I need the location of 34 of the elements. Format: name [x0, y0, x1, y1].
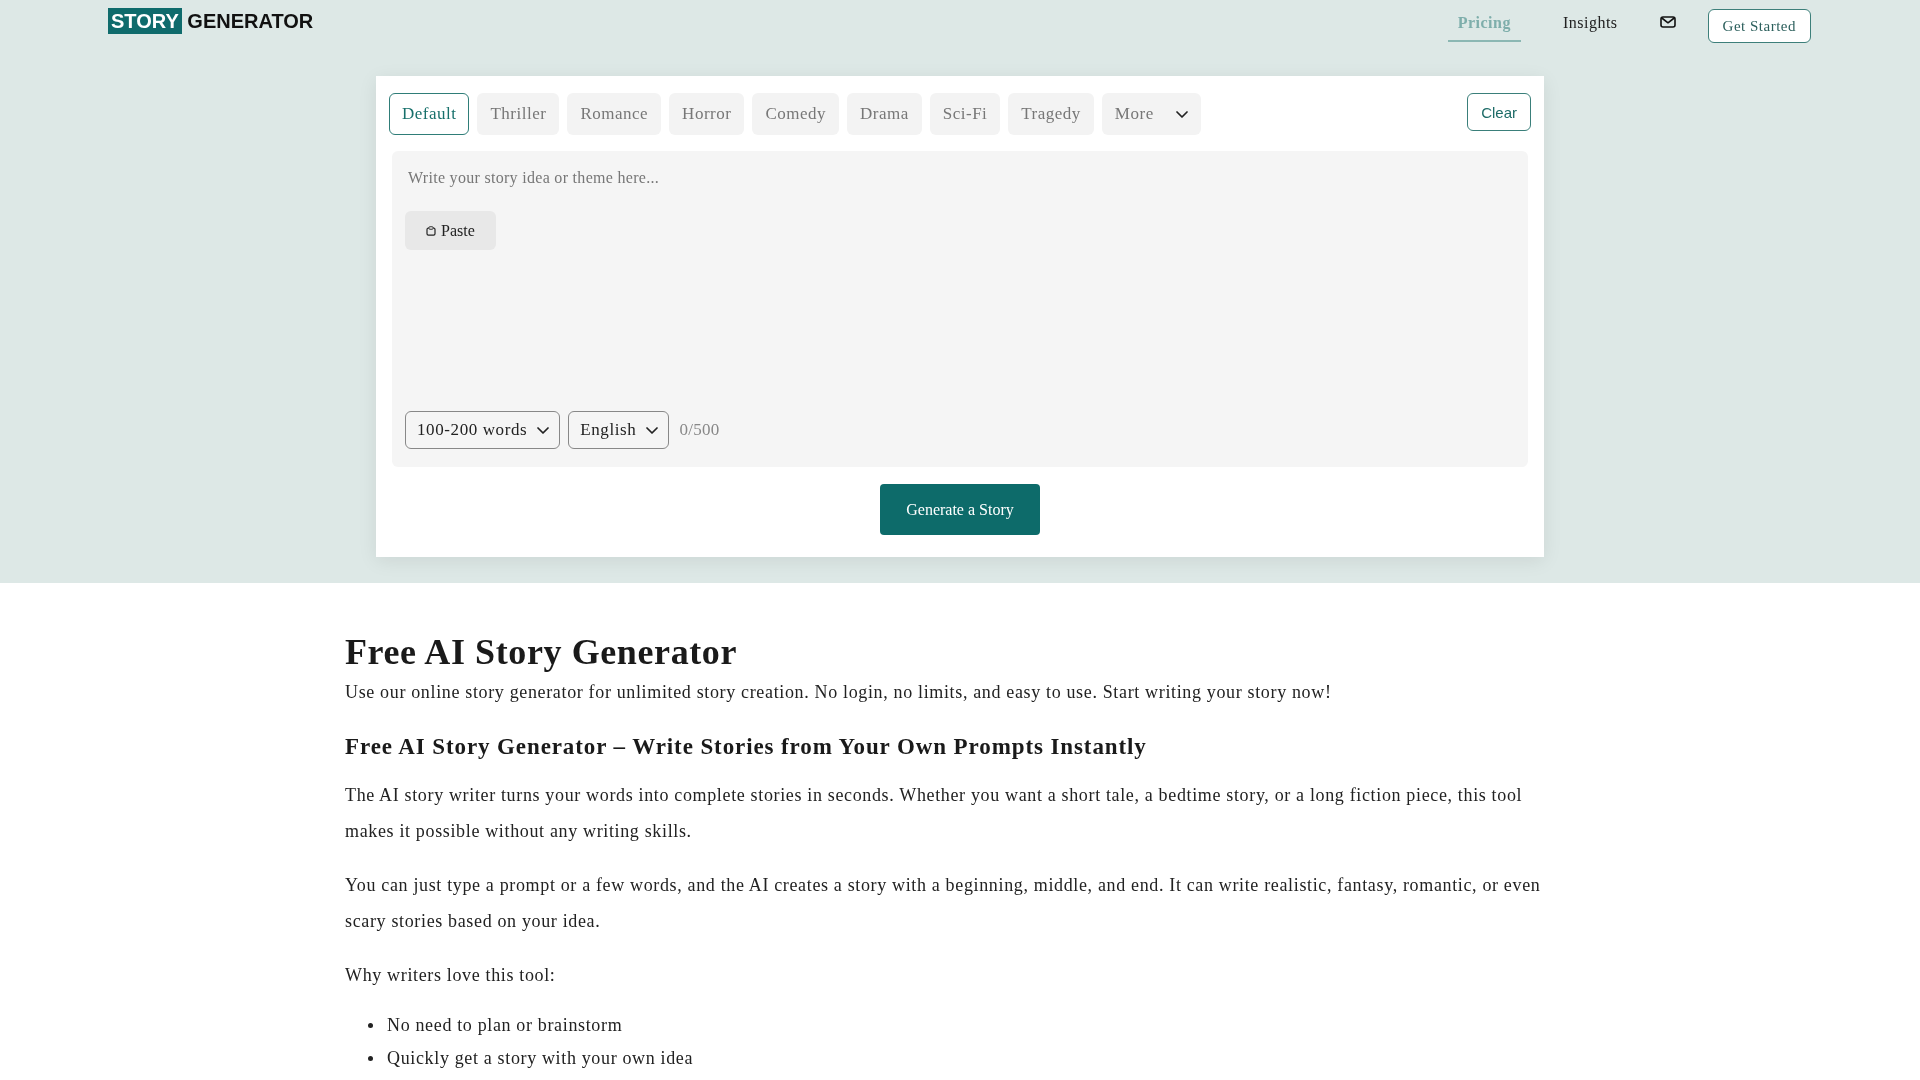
- body-paragraph: You can just type a prompt or a few words, and the AI creates a story with a beginning, middle, and end. It can write realistic, fantasy, romantic, or even scary stories based on your idea.: [345, 874, 1542, 933]
- genre-tab[interactable]: Romance: [567, 93, 662, 135]
- intro-text: Use our online story generator for unlimited story creation. No login, no limits, and easy to use. Start writing your story now!: [345, 681, 1333, 704]
- more-dropdown[interactable]: More: [1101, 93, 1201, 135]
- page-title: Free AI Story Generator: [345, 631, 738, 673]
- list-item: Quickly get a story with your own idea: [387, 1047, 694, 1070]
- genre-tab[interactable]: Drama: [847, 93, 922, 135]
- bullet-icon: [368, 1056, 373, 1061]
- character-counter: 0/500: [679, 420, 720, 440]
- get-started-button[interactable]: Get Started: [1707, 9, 1811, 43]
- section-heading: Free AI Story Generator – Write Stories from Your Own Prompts Instantly: [345, 733, 1148, 761]
- chevron-down-icon: [1175, 110, 1188, 118]
- genre-tab[interactable]: Default: [389, 93, 470, 135]
- language-dropdown[interactable]: English: [568, 411, 670, 449]
- list-intro: Why writers love this tool:: [345, 964, 557, 987]
- chevron-down-icon: [646, 426, 659, 434]
- body-paragraph: The AI story writer turns your words into complete stories in seconds. Whether you want a short tale, a bedtime story, or a long fiction piece, this tool makes it possible without any writing skills.: [345, 784, 1524, 843]
- clear-button[interactable]: Clear: [1467, 93, 1531, 131]
- bullet-icon: [368, 1023, 373, 1028]
- generate-button[interactable]: Generate a Story: [880, 484, 1040, 535]
- story-idea-input[interactable]: Write your story idea or theme here...: [405, 151, 1515, 211]
- genre-tab[interactable]: Horror: [669, 93, 745, 135]
- chevron-down-icon: [537, 426, 550, 434]
- nav-link[interactable]: Insights: [1552, 10, 1628, 42]
- genre-tab[interactable]: Comedy: [752, 93, 839, 135]
- genre-tab[interactable]: Tragedy: [1008, 93, 1094, 135]
- genre-tab[interactable]: Thriller: [477, 93, 560, 135]
- length-dropdown[interactable]: 100-200 words: [405, 411, 561, 449]
- logo[interactable]: STORY GENERATOR: [108, 8, 314, 34]
- mail-icon[interactable]: [1659, 16, 1676, 28]
- list-item: No need to plan or brainstorm: [387, 1014, 623, 1037]
- paste-button[interactable]: Paste: [405, 211, 496, 250]
- genre-tab[interactable]: Sci-Fi: [929, 93, 1001, 135]
- clipboard-icon: [426, 225, 436, 236]
